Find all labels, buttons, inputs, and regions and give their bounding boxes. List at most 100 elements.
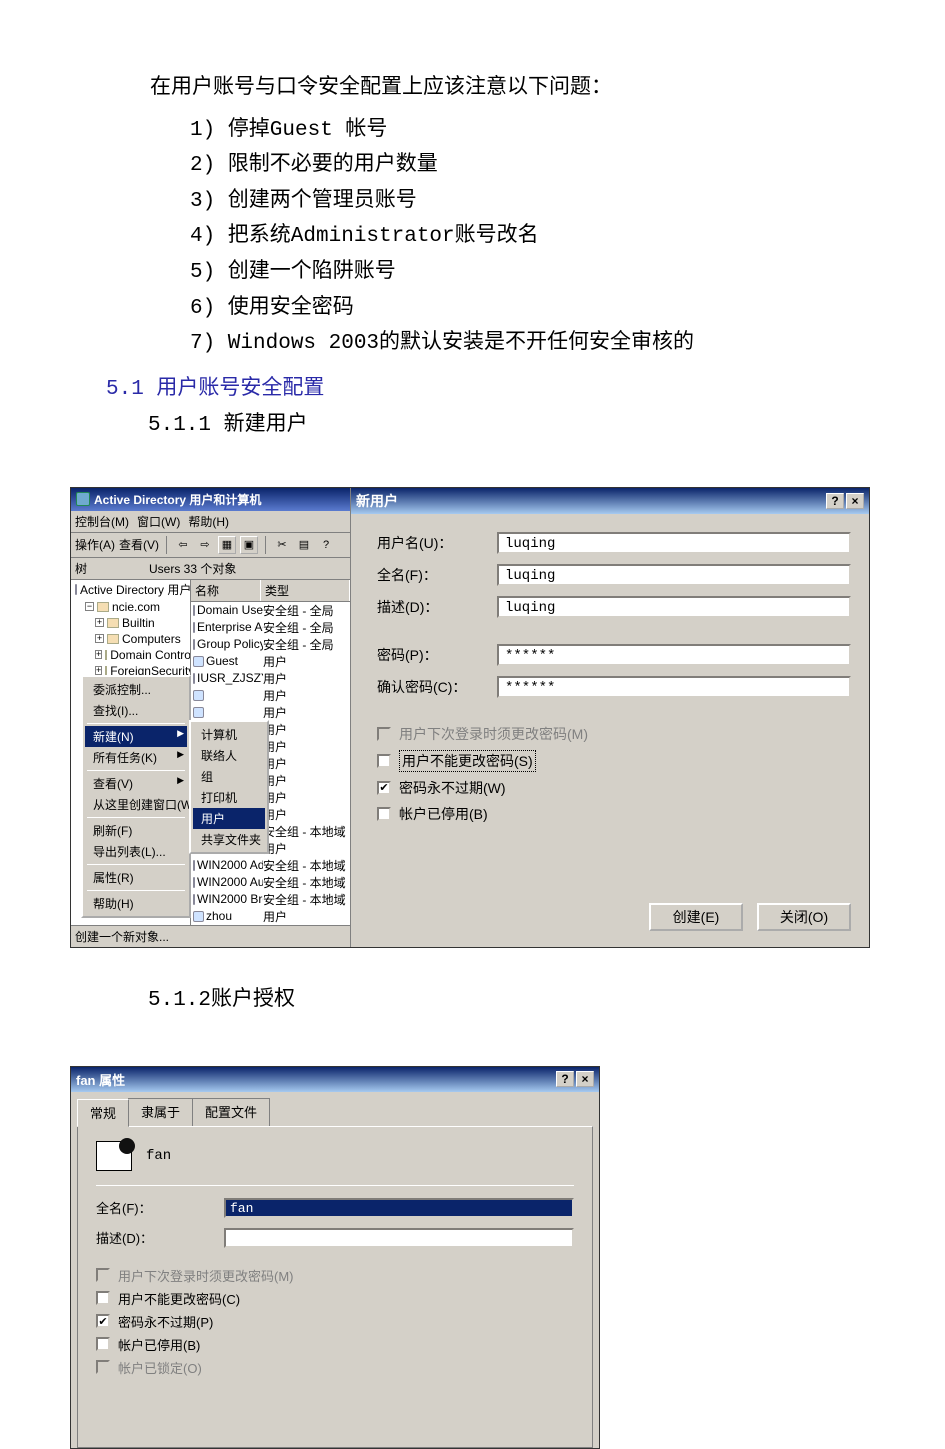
check-account-disabled[interactable]: 帐户已停用(B): [96, 1335, 574, 1354]
ctx-new-computer[interactable]: 计算机: [193, 724, 265, 745]
ctx-new-contact[interactable]: 联络人: [193, 745, 265, 766]
ad-tree[interactable]: Active Directory 用户和 − ncie.com +Builtin…: [71, 580, 191, 925]
list-item[interactable]: IUSR_ZJSZY用户: [191, 670, 350, 687]
confirm-password-input[interactable]: ******: [497, 676, 851, 698]
fullname-input[interactable]: luqing: [497, 564, 851, 586]
subsection-title-2: 5.1.2账户授权: [148, 982, 875, 1012]
confirm-password-label: 确认密码(C)：: [377, 677, 497, 697]
forward-icon[interactable]: ⇨: [196, 536, 214, 554]
list-item[interactable]: zhou用户: [191, 908, 350, 925]
check-never-expire[interactable]: 密码永不过期(P): [96, 1312, 574, 1331]
list-item[interactable]: Group Policy ...安全组 - 全局: [191, 636, 350, 653]
list-item[interactable]: Enterprise Ad...安全组 - 全局: [191, 619, 350, 636]
ad-toolbar[interactable]: 操作(A) 查看(V) ⇦ ⇨ ▦ ▣ ✂ ▤ ?: [71, 533, 350, 558]
menu-help[interactable]: 帮助(H): [188, 513, 229, 530]
tree-domain[interactable]: − ncie.com: [71, 599, 190, 615]
tabs-row[interactable]: 常规 隶属于 配置文件: [71, 1092, 599, 1126]
ctx-view[interactable]: 查看(V): [85, 773, 187, 794]
toolbar-action[interactable]: 操作(A): [75, 536, 115, 553]
ctx-help[interactable]: 帮助(H): [85, 893, 187, 914]
list-item[interactable]: WIN2000 Aut...安全组 - 本地域: [191, 874, 350, 891]
back-icon[interactable]: ⇦: [174, 536, 192, 554]
ctx-refresh[interactable]: 刷新(F): [85, 820, 187, 841]
ad-app-icon: [76, 492, 90, 506]
item-type: 安全组 - 本地域: [263, 891, 348, 908]
context-menu[interactable]: 委派控制... 查找(I)... 新建(N) 所有任务(K) 查看(V) 从这里…: [81, 675, 191, 918]
check-label: 用户下次登录时须更改密码(M): [399, 724, 588, 744]
tab-general[interactable]: 常规: [77, 1099, 129, 1127]
checkbox-icon[interactable]: [96, 1291, 110, 1305]
close-button-icon[interactable]: ×: [576, 1071, 594, 1087]
list-item[interactable]: Guest用户: [191, 653, 350, 670]
ctx-new[interactable]: 新建(N): [85, 726, 187, 747]
username-input[interactable]: luqing: [497, 532, 851, 554]
password-input[interactable]: ******: [497, 644, 851, 666]
check-cannot-change[interactable]: 用户不能更改密码(S): [377, 750, 851, 772]
tree-node-builtin[interactable]: +Builtin: [71, 615, 190, 631]
list-item[interactable]: WIN2000 Ad...安全组 - 本地域: [191, 857, 350, 874]
ad-menubar[interactable]: 控制台(M) 窗口(W) 帮助(H): [71, 511, 350, 533]
expand-icon[interactable]: +: [95, 618, 104, 627]
toolbar-view[interactable]: 查看(V): [119, 536, 159, 553]
ctx-find[interactable]: 查找(I)...: [85, 700, 187, 721]
cut-icon[interactable]: ✂: [273, 536, 291, 554]
item-type: 用户: [263, 789, 348, 806]
item-type: 用户: [263, 908, 348, 925]
menu-console[interactable]: 控制台(M): [75, 513, 129, 530]
fullname-input[interactable]: fan: [224, 1198, 574, 1218]
check-cannot-change[interactable]: 用户不能更改密码(C): [96, 1289, 574, 1308]
up-icon[interactable]: ▦: [218, 536, 236, 554]
description-input[interactable]: [224, 1228, 574, 1248]
ctx-all-tasks[interactable]: 所有任务(K): [85, 747, 187, 768]
refresh-icon[interactable]: ▣: [240, 536, 258, 554]
check-account-disabled[interactable]: 帐户已停用(B): [377, 804, 851, 824]
ctx-new-window[interactable]: 从这里创建窗口(W): [85, 794, 187, 815]
create-button[interactable]: 创建(E): [649, 903, 743, 931]
list-header[interactable]: 名称 类型: [191, 580, 350, 602]
help-icon[interactable]: ?: [317, 536, 335, 554]
check-never-expire[interactable]: 密码永不过期(W): [377, 778, 851, 798]
properties-icon[interactable]: ▤: [295, 536, 313, 554]
list-item[interactable]: 用户: [191, 704, 350, 721]
list-item[interactable]: Domain Users安全组 - 全局: [191, 602, 350, 619]
list-item[interactable]: 用户: [191, 687, 350, 704]
col-name[interactable]: 名称: [191, 580, 261, 601]
ctx-properties[interactable]: 属性(R): [85, 867, 187, 888]
help-button-icon[interactable]: ?: [556, 1071, 574, 1087]
checkbox-icon[interactable]: [377, 807, 391, 821]
ctx-new-share[interactable]: 共享文件夹: [193, 829, 265, 850]
object-icon: [193, 673, 195, 684]
object-icon: [193, 860, 195, 871]
col-type[interactable]: 类型: [261, 580, 350, 601]
ad-title-text: Active Directory 用户和计算机: [94, 491, 261, 508]
tab-profile[interactable]: 配置文件: [192, 1098, 270, 1126]
ctx-new-user[interactable]: 用户: [193, 808, 265, 829]
collapse-icon[interactable]: −: [85, 602, 94, 611]
tree-node-dc[interactable]: +Domain Control: [71, 647, 190, 663]
new-user-titlebar[interactable]: 新用户 ? ×: [351, 488, 869, 514]
description-input[interactable]: luqing: [497, 596, 851, 618]
expand-icon[interactable]: +: [95, 650, 102, 659]
toolbar-separator: [265, 536, 266, 554]
ad-root-icon: [75, 584, 77, 595]
user-icon: [96, 1141, 132, 1171]
tree-root[interactable]: Active Directory 用户和: [71, 580, 190, 599]
fan-titlebar[interactable]: fan 属性 ? ×: [71, 1067, 599, 1092]
ctx-new-printer[interactable]: 打印机: [193, 787, 265, 808]
close-button[interactable]: 关闭(O): [757, 903, 851, 931]
tree-node-computers[interactable]: +Computers: [71, 631, 190, 647]
ctx-delegate[interactable]: 委派控制...: [85, 679, 187, 700]
ctx-new-group[interactable]: 组: [193, 766, 265, 787]
checkbox-icon[interactable]: [96, 1337, 110, 1351]
context-submenu-new[interactable]: 计算机 联络人 组 打印机 用户 共享文件夹: [189, 720, 269, 854]
checkbox-checked-icon[interactable]: [377, 781, 391, 795]
tab-memberof[interactable]: 隶属于: [128, 1098, 193, 1126]
ctx-export[interactable]: 导出列表(L)...: [85, 841, 187, 862]
expand-icon[interactable]: +: [95, 634, 104, 643]
list-item[interactable]: WIN2000 Bro...安全组 - 本地域: [191, 891, 350, 908]
close-button-icon[interactable]: ×: [846, 493, 864, 509]
checkbox-checked-icon[interactable]: [96, 1314, 110, 1328]
help-button-icon[interactable]: ?: [826, 493, 844, 509]
checkbox-icon[interactable]: [377, 754, 391, 768]
menu-window[interactable]: 窗口(W): [137, 513, 180, 530]
